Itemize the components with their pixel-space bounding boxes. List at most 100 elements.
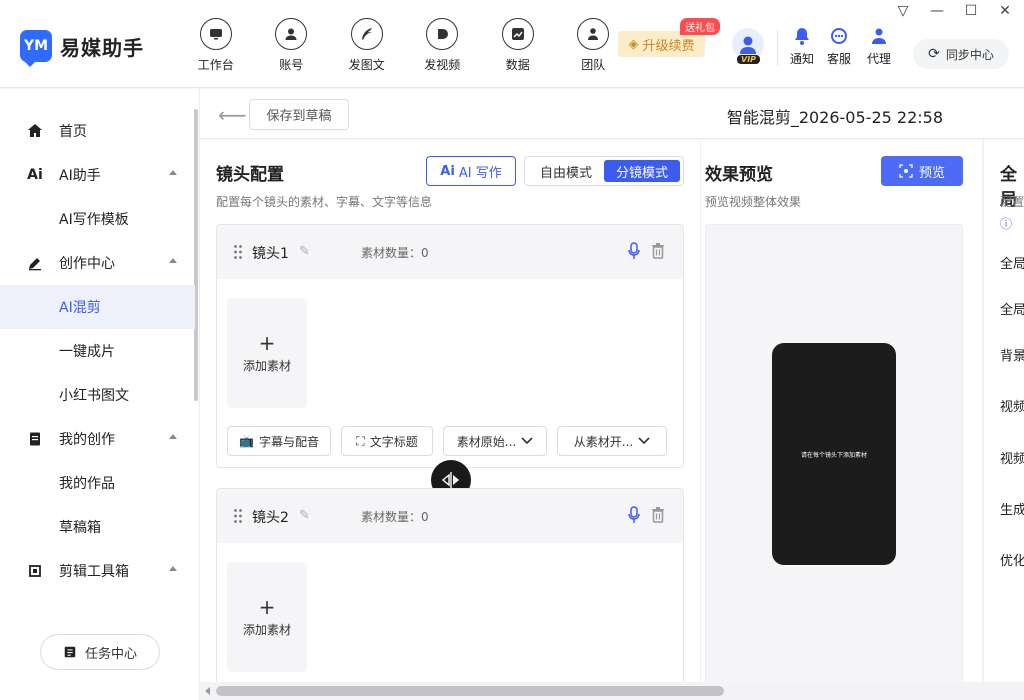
ai-write-button[interactable]: Ai AI 写作 [426, 156, 516, 186]
shot-name: 镜头1 [252, 246, 289, 262]
maximize-button[interactable]: ☐ [960, 2, 982, 20]
agent-button[interactable]: 代理 [867, 26, 891, 67]
task-center-button[interactable]: 任务中心 [40, 634, 160, 670]
add-material-button[interactable]: + 添加素材 [227, 298, 307, 408]
sidebar-item-xhs[interactable]: 小红书图文 [0, 373, 195, 417]
sidebar-item-my-works[interactable]: 我的作品 [0, 461, 195, 505]
nav-label: 发图文 [348, 58, 385, 72]
pin-icon[interactable]: ▽ [892, 2, 914, 20]
save-draft-button[interactable]: 保存到草稿 [249, 99, 349, 130]
material-count: 素材数量：0 [361, 246, 429, 260]
sidebar-item-label: 一键成片 [59, 344, 115, 360]
sidebar-item-my-creation[interactable]: 我的创作 [0, 417, 195, 461]
sidebar-item-label: 剪辑工具箱 [59, 564, 129, 580]
caret-up-icon [169, 434, 177, 439]
material-count: 素材数量：0 [361, 510, 429, 524]
avatar-icon [740, 36, 756, 54]
minimize-button[interactable]: — [926, 2, 948, 20]
pencil-icon[interactable]: ✎ [299, 244, 310, 259]
sidebar-item-label: 草稿箱 [59, 520, 101, 536]
crop-icon [25, 561, 45, 581]
drag-handle-icon[interactable] [233, 508, 243, 524]
sidebar-item-edit-tools[interactable]: 剪辑工具箱 [0, 549, 195, 593]
add-material-label: 添加素材 [242, 622, 291, 637]
text-title-label: 文字标题 [369, 434, 418, 449]
nav-account[interactable]: 账号 [254, 18, 330, 73]
nav-data[interactable]: 数据 [480, 18, 556, 73]
nav-label: 账号 [279, 58, 304, 72]
service-button[interactable]: 客服 [827, 26, 851, 67]
pen-icon [25, 253, 45, 273]
preview-button-label: 预览 [918, 165, 945, 181]
sync-center-button[interactable]: ⟳ 同步中心 [913, 39, 1009, 69]
microphone-icon[interactable] [627, 242, 641, 260]
upgrade-label: 升级续费 [642, 38, 695, 54]
user-icon [275, 18, 308, 50]
nav-post-video[interactable]: 发视频 [405, 18, 481, 73]
text-title-button[interactable]: ⛶ 文字标题 [341, 426, 433, 456]
material-original-select[interactable]: 素材原始... [443, 426, 547, 456]
subtitle-voice-button[interactable]: 📺 字幕与配音 [227, 426, 331, 456]
app-logo[interactable]: YM 易媒助手 [20, 30, 144, 67]
gift-badge: 送礼包 [680, 18, 720, 35]
agent-icon [872, 28, 886, 44]
shot-config-panel: 镜头配置 配置每个镜头的素材、字幕、文字等信息 Ai AI 写作 自由模式 分镜… [200, 140, 700, 700]
global-item: 视频 [1000, 452, 1024, 467]
sidebar: 首页 Ai AI助手 AI写作模板 创作中心 AI混剪 一键成片 小红书图文 我… [0, 89, 200, 700]
sidebar-item-label: 我的作品 [59, 476, 115, 492]
sidebar-item-ai-mix[interactable]: AI混剪 [0, 285, 195, 329]
sidebar-item-ai-templates[interactable]: AI写作模板 [0, 197, 195, 241]
nav-post-article[interactable]: 发图文 [329, 18, 405, 73]
sidebar-item-label: 首页 [59, 124, 87, 140]
sidebar-item-one-click[interactable]: 一键成片 [0, 329, 195, 373]
ai-icon: Ai [27, 167, 43, 183]
free-mode-tab[interactable]: 自由模式 [528, 160, 604, 182]
caret-up-icon [169, 258, 177, 263]
add-material-label: 添加素材 [242, 358, 291, 373]
task-center-label: 任务中心 [84, 646, 137, 662]
chevron-down-icon [638, 437, 650, 445]
service-label: 客服 [827, 52, 852, 66]
horizontal-scrollbar[interactable] [200, 682, 1024, 700]
chevron-down-icon [521, 437, 533, 445]
sidebar-item-creation-center[interactable]: 创作中心 [0, 241, 195, 285]
sidebar-item-label: 我的创作 [59, 432, 115, 448]
split-mode-tab[interactable]: 分镜模式 [604, 160, 680, 182]
headset-icon [831, 28, 847, 44]
sidebar-item-label: AI写作模板 [59, 212, 129, 228]
nav-label: 工作台 [197, 58, 234, 72]
shot-header: 镜头2 ✎ 素材数量：0 [217, 489, 683, 543]
preview-button[interactable]: 预览 [881, 156, 963, 186]
nav-workbench[interactable]: 工作台 [178, 18, 254, 73]
sidebar-item-drafts[interactable]: 草稿箱 [0, 505, 195, 549]
drag-handle-icon[interactable] [233, 244, 243, 260]
task-list-icon [64, 646, 76, 658]
feather-icon [350, 18, 383, 50]
ai-write-label: AI 写作 [458, 165, 502, 181]
preview-desc: 预览视频整体效果 [705, 195, 802, 209]
main-nav: 工作台 账号 发图文 发视频 数据 团队 [178, 18, 631, 73]
add-material-button[interactable]: + 添加素材 [227, 562, 307, 672]
close-button[interactable]: ✕ [994, 2, 1016, 20]
shot-name: 镜头2 [252, 510, 289, 526]
microphone-icon[interactable] [627, 506, 641, 524]
sidebar-item-ai-assistant[interactable]: Ai AI助手 [0, 153, 195, 197]
trash-icon[interactable] [651, 506, 665, 524]
scrollbar-thumb[interactable] [216, 686, 724, 696]
material-start-select[interactable]: 从素材开... [557, 426, 667, 456]
divider [777, 30, 778, 66]
nav-label: 团队 [581, 58, 606, 72]
sidebar-item-home[interactable]: 首页 [0, 109, 195, 153]
notify-button[interactable]: 通知 [790, 26, 814, 67]
scroll-left-icon[interactable] [205, 687, 210, 695]
nav-label: 数据 [505, 58, 530, 72]
back-arrow-icon[interactable]: ⟵ [218, 103, 247, 127]
pencil-icon[interactable]: ✎ [299, 508, 310, 523]
notify-label: 通知 [790, 52, 815, 66]
trash-icon[interactable] [651, 242, 665, 260]
sync-label: 同步中心 [945, 47, 994, 62]
phone-preview: 请在每个镜头下添加素材 [772, 343, 896, 565]
vip-tag: VIP [737, 55, 761, 64]
team-icon [577, 18, 610, 50]
material-start-label: 从素材开... [573, 434, 634, 449]
